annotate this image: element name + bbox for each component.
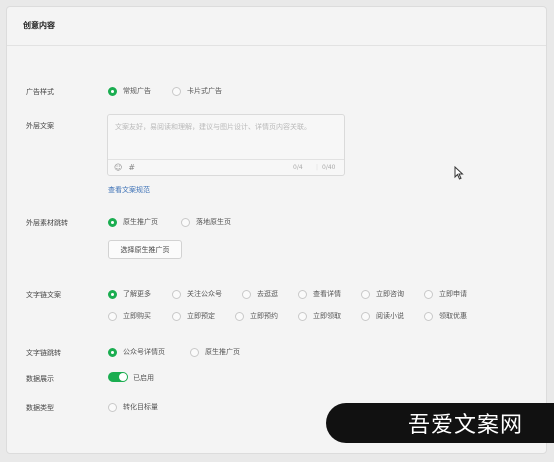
radio-text-link-option[interactable]: 立即领取 — [298, 311, 341, 321]
radio-label: 了解更多 — [123, 290, 151, 298]
radio-unchecked-icon — [242, 289, 251, 299]
outer-jump-label: 外层素材跳转 — [26, 219, 68, 227]
radio-label: 常规广告 — [123, 87, 151, 95]
radio-ad-style-regular[interactable]: 常规广告 — [108, 86, 151, 96]
radio-checked-icon — [108, 347, 117, 357]
radio-label: 去逛逛 — [257, 290, 278, 298]
hash-icon[interactable]: # — [128, 163, 135, 172]
radio-text-link-option[interactable]: 立即预约 — [235, 311, 278, 321]
radio-unchecked-icon — [172, 289, 181, 299]
radio-text-link-jump-account[interactable]: 公众号详情页 — [108, 347, 165, 357]
text-link-jump-label: 文字链跳转 — [26, 349, 61, 357]
radio-label: 转化目标量 — [123, 403, 158, 411]
radio-label: 阅读小说 — [376, 312, 404, 320]
copy-spec-link[interactable]: 查看文案规范 — [108, 185, 150, 195]
radio-text-link-jump-native[interactable]: 原生推广页 — [190, 347, 240, 357]
radio-unchecked-icon — [172, 311, 181, 321]
radio-text-link-option[interactable]: 去逛逛 — [242, 289, 278, 299]
radio-unchecked-icon — [181, 217, 190, 227]
radio-checked-icon — [108, 217, 117, 227]
radio-unchecked-icon — [235, 311, 244, 321]
radio-label: 卡片式广告 — [187, 87, 222, 95]
radio-ad-style-card[interactable]: 卡片式广告 — [172, 86, 222, 96]
ad-style-label: 广告样式 — [26, 88, 54, 96]
radio-outer-jump-native[interactable]: 原生推广页 — [108, 217, 158, 227]
radio-text-link-option[interactable]: 领取优惠 — [424, 311, 467, 321]
data-display-label: 数据展示 — [26, 375, 54, 383]
radio-label: 立即申请 — [439, 290, 467, 298]
char-count-long: 0/40 — [322, 164, 336, 171]
radio-unchecked-icon — [361, 311, 370, 321]
radio-label: 关注公众号 — [187, 290, 222, 298]
smile-icon[interactable]: ☺ — [114, 163, 122, 172]
radio-label: 领取优惠 — [439, 312, 467, 320]
radio-text-link-option[interactable]: 立即咨询 — [361, 289, 404, 299]
divider — [7, 45, 546, 46]
creative-content-panel: 创意内容 — [6, 6, 547, 454]
data-display-toggle[interactable] — [108, 372, 128, 382]
radio-text-link-option[interactable]: 关注公众号 — [172, 289, 222, 299]
textarea-placeholder: 文案友好，易阅读和理解，建议与图片设计、详情页内容关联。 — [115, 123, 311, 131]
radio-text-link-option[interactable]: 立即预定 — [172, 311, 215, 321]
radio-text-link-option[interactable]: 了解更多 — [108, 289, 151, 299]
radio-label: 立即领取 — [313, 312, 341, 320]
radio-unchecked-icon — [361, 289, 370, 299]
textarea-toolbar: ☺ # 0/4 | 0/40 — [108, 159, 344, 175]
mouse-cursor-icon — [454, 166, 464, 180]
radio-checked-icon — [108, 86, 117, 96]
radio-text-link-option[interactable]: 查看详情 — [298, 289, 341, 299]
radio-label: 立即预定 — [187, 312, 215, 320]
toggle-status-text: 已启用 — [133, 374, 154, 382]
watermark-text: 吾爱文案网 — [408, 413, 524, 438]
radio-label: 原生推广页 — [123, 218, 158, 226]
radio-unchecked-icon — [424, 289, 433, 299]
section-title: 创意内容 — [23, 21, 55, 30]
choose-native-page-button[interactable]: 选择原生推广页 — [108, 240, 182, 259]
radio-outer-jump-landing[interactable]: 落地原生页 — [181, 217, 231, 227]
radio-unchecked-icon — [172, 86, 181, 96]
radio-unchecked-icon — [108, 311, 117, 321]
outer-copy-textarea[interactable]: 文案友好，易阅读和理解，建议与图片设计、详情页内容关联。 ☺ # 0/4 | 0… — [107, 114, 345, 176]
radio-label: 查看详情 — [313, 290, 341, 298]
radio-text-link-option[interactable]: 阅读小说 — [361, 311, 404, 321]
radio-label: 落地原生页 — [196, 218, 231, 226]
radio-unchecked-icon — [108, 402, 117, 412]
outer-copy-label: 外层文案 — [26, 122, 54, 130]
radio-unchecked-icon — [298, 289, 307, 299]
radio-text-link-option[interactable]: 立即购买 — [108, 311, 151, 321]
radio-unchecked-icon — [424, 311, 433, 321]
radio-label: 立即购买 — [123, 312, 151, 320]
radio-label: 公众号详情页 — [123, 348, 165, 356]
radio-text-link-option[interactable]: 立即申请 — [424, 289, 467, 299]
radio-unchecked-icon — [190, 347, 199, 357]
radio-unchecked-icon — [298, 311, 307, 321]
text-link-copy-label: 文字链文案 — [26, 291, 61, 299]
radio-label: 原生推广页 — [205, 348, 240, 356]
watermark-badge: 吾爱文案网 — [326, 403, 554, 443]
radio-label: 立即咨询 — [376, 290, 404, 298]
radio-label: 立即预约 — [250, 312, 278, 320]
char-count-short: 0/4 — [293, 164, 303, 171]
data-type-label: 数据类型 — [26, 404, 54, 412]
radio-data-type-conversion[interactable]: 转化目标量 — [108, 402, 158, 412]
radio-checked-icon — [108, 289, 117, 299]
